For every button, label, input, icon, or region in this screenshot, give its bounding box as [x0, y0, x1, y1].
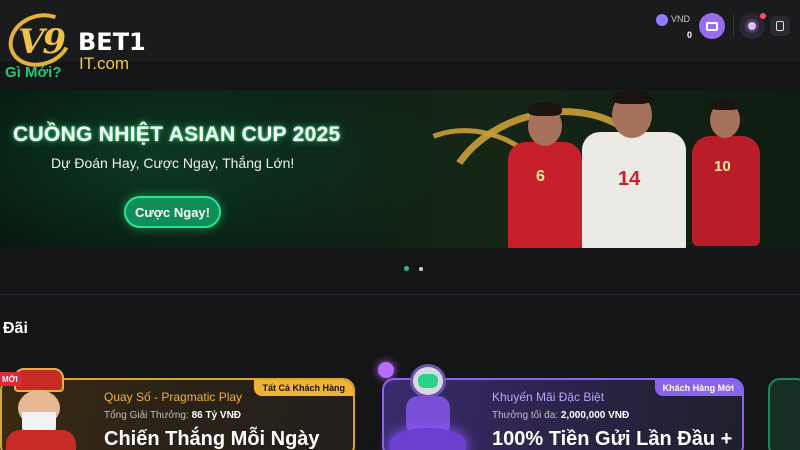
new-tag: MỚI — [0, 372, 22, 386]
currency-label: VND — [671, 14, 691, 24]
banner-title: CUỒNG NHIỆT ASIAN CUP 2025 — [13, 123, 341, 146]
wallet-button[interactable] — [699, 13, 725, 39]
hero-banner[interactable]: 6 14 10 CUỒNG NHIỆT ASIAN CUP 2025 Dự Đo… — [0, 90, 800, 248]
astronaut-image — [378, 362, 472, 450]
planet — [390, 428, 466, 450]
god-robe — [6, 430, 76, 450]
logo-domain: IT.com — [79, 54, 130, 73]
player-figure: 14 — [574, 90, 694, 248]
promo-meta: Thưởng tối đa: 2,000,000 VNĐ — [492, 410, 629, 421]
player-number: 14 — [618, 168, 641, 190]
banner-subtitle: Dự Đoán Hay, Cược Ngay, Thắng Lớn! — [51, 155, 295, 171]
notification-dot — [760, 13, 766, 19]
balance-display[interactable]: VND 0 — [654, 13, 694, 43]
audience-badge: Tất Cả Khách Hàng — [254, 380, 353, 396]
bet-now-button[interactable]: Cược Ngay! — [124, 196, 221, 228]
player-number: 6 — [536, 168, 545, 185]
player-figure: 10 — [686, 98, 766, 248]
player-shirt — [508, 142, 582, 248]
section-title: Đãi — [3, 320, 28, 337]
header-divider — [733, 14, 734, 38]
promo-meta: Tổng Giải Thưởng: 86 Tỷ VNĐ — [104, 410, 241, 421]
promo-headline: 100% Tiền Gửi Lần Đầu + — [492, 428, 733, 450]
page: V9 BET1 IT.com VND 0 Gì Mới? 6 14 10 CUỒ… — [0, 0, 800, 450]
astronaut-visor — [418, 374, 438, 388]
wallet-icon — [706, 21, 718, 31]
player-hair — [710, 98, 740, 110]
promo-category: Quay Số - Pragmatic Play — [104, 390, 243, 404]
promo-meta-value: 2,000,000 VNĐ — [560, 410, 630, 421]
promo-meta-label: Tổng Giải Thưởng: — [104, 410, 189, 421]
player-hair — [528, 102, 562, 116]
audience-badge: Khách Hàng Mới — [654, 380, 742, 396]
player-hair — [612, 90, 652, 104]
logo-mark: V9 — [18, 22, 66, 62]
player-number: 10 — [714, 158, 731, 175]
whats-new-link[interactable]: Gì Mới? — [5, 64, 62, 81]
logo-name: BET1 — [78, 28, 146, 56]
top-header: V9 BET1 IT.com VND 0 — [0, 0, 800, 76]
avatar-icon — [745, 19, 759, 33]
carousel-pagination — [404, 266, 426, 272]
purple-orb — [378, 362, 394, 378]
promo-category: Khuyến Mãi Đặc Biệt — [492, 390, 605, 404]
promo-card-partial[interactable] — [768, 378, 800, 450]
currency-icon — [656, 14, 668, 26]
promo-headline: Chiến Thắng Mỗi Ngày — [104, 428, 320, 450]
promo-meta-label: Thưởng tối đa: — [492, 410, 559, 421]
carousel-dot-active[interactable] — [404, 266, 409, 271]
section-divider — [0, 294, 800, 295]
balance-amount: 0 — [686, 30, 692, 40]
brand-logo[interactable]: V9 BET1 IT.com — [1, 4, 168, 76]
promo-meta-value: 86 Tỷ VNĐ — [191, 410, 242, 421]
player-shirt — [692, 136, 760, 246]
menu-button[interactable] — [770, 16, 790, 36]
carousel-dot[interactable] — [419, 267, 423, 271]
menu-icon — [776, 21, 784, 31]
